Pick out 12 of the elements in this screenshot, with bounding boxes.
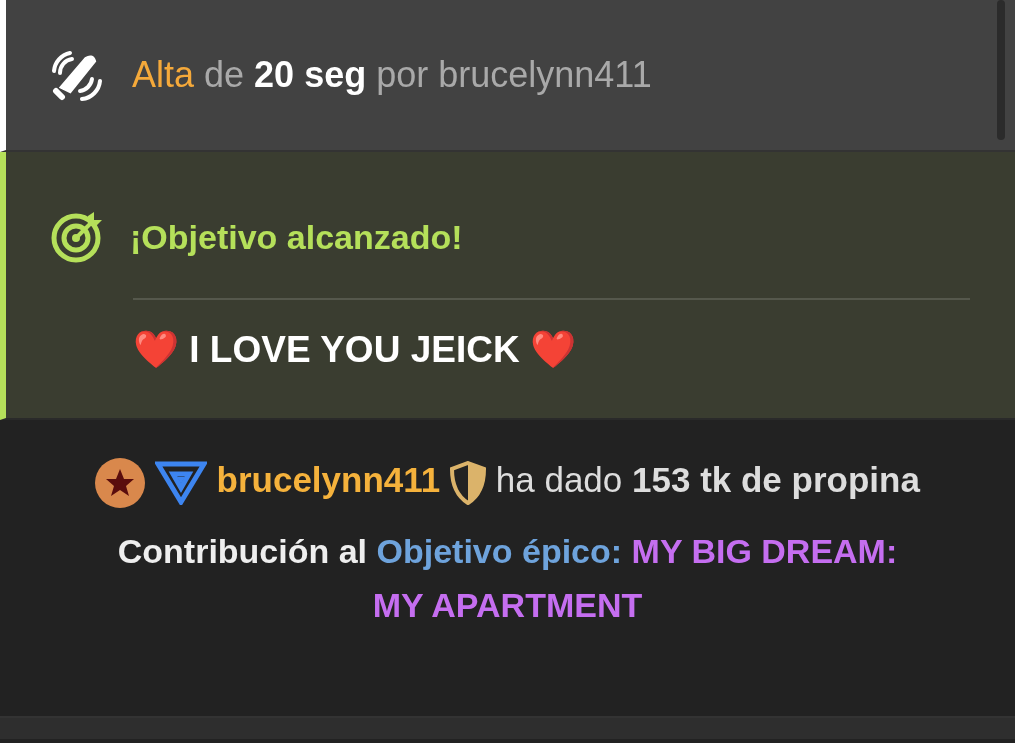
shield-icon xyxy=(450,460,487,505)
vibrating-toy-icon xyxy=(50,49,102,101)
username[interactable]: brucelynn411 xyxy=(216,460,441,499)
goal-message: ❤ I LOVE YOU JEICK ❤ xyxy=(133,328,577,371)
status-message: Alta de 20 seg por brucelynn411 xyxy=(132,54,652,96)
tip-message: ha dado 153 tk de propina xyxy=(495,460,920,499)
goal-link[interactable]: Objetivo épico: xyxy=(376,532,623,570)
goal-title: ¡Objetivo alcanzado! xyxy=(130,217,463,257)
star-badge-icon xyxy=(95,457,146,508)
triangle-icon xyxy=(154,460,207,505)
goal-contribution: Contribución al Objetivo épico: MY BIG DREAM: MY APARTMENT xyxy=(116,531,899,626)
target-icon xyxy=(50,210,104,264)
